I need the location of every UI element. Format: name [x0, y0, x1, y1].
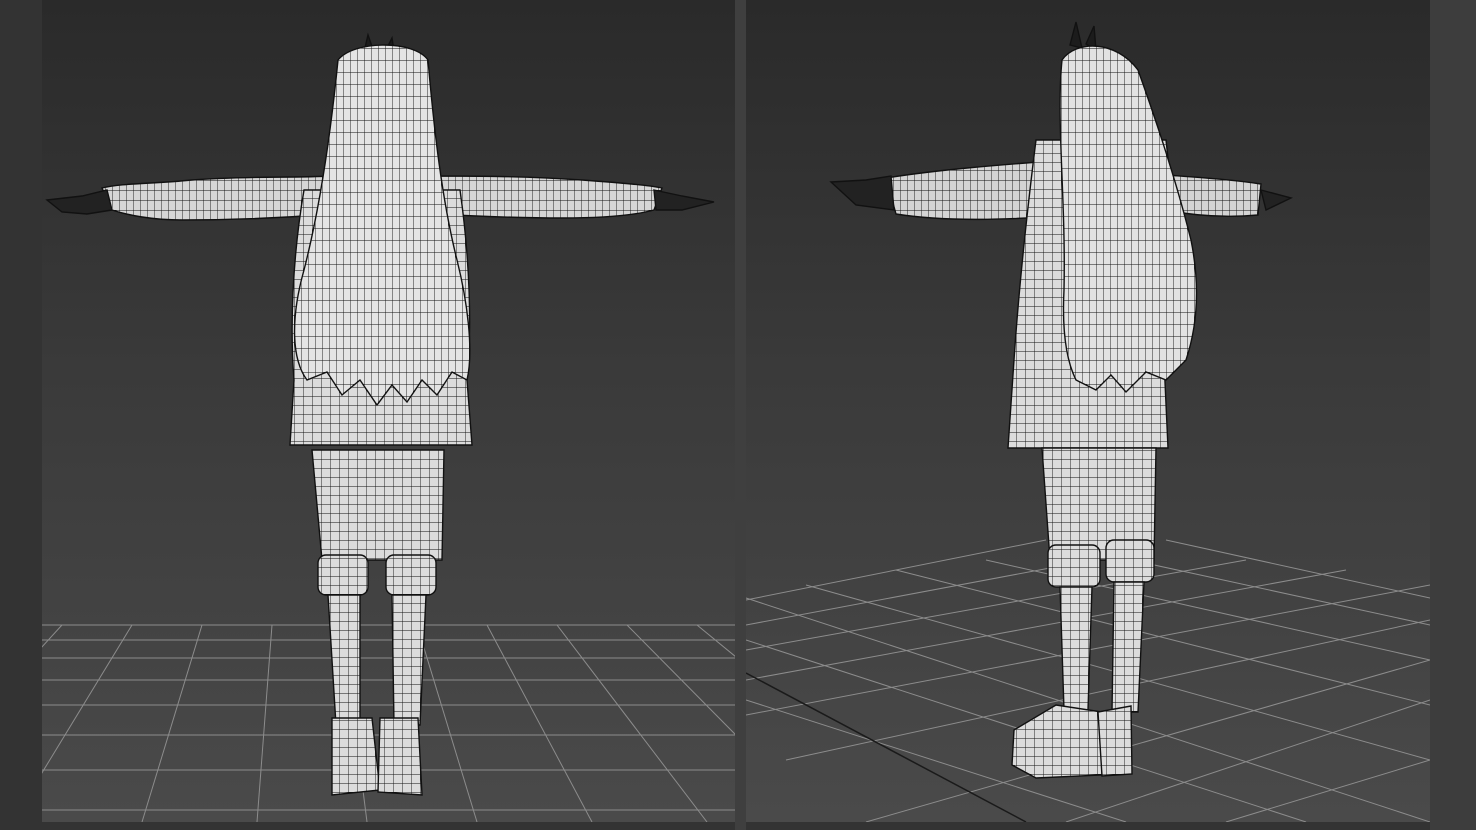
viewport-divider[interactable] [735, 0, 746, 830]
viewport-back[interactable] [42, 0, 735, 822]
world-axis [746, 672, 1027, 822]
viewport-back-canvas [42, 32, 735, 822]
character-mesh-perspective [829, 21, 1294, 779]
viewport-perspective-canvas [746, 21, 1430, 822]
right-panel-edge [1430, 0, 1476, 830]
character-mesh-back [45, 32, 715, 796]
viewport-perspective[interactable] [746, 0, 1430, 822]
modeling-app [0, 0, 1476, 830]
